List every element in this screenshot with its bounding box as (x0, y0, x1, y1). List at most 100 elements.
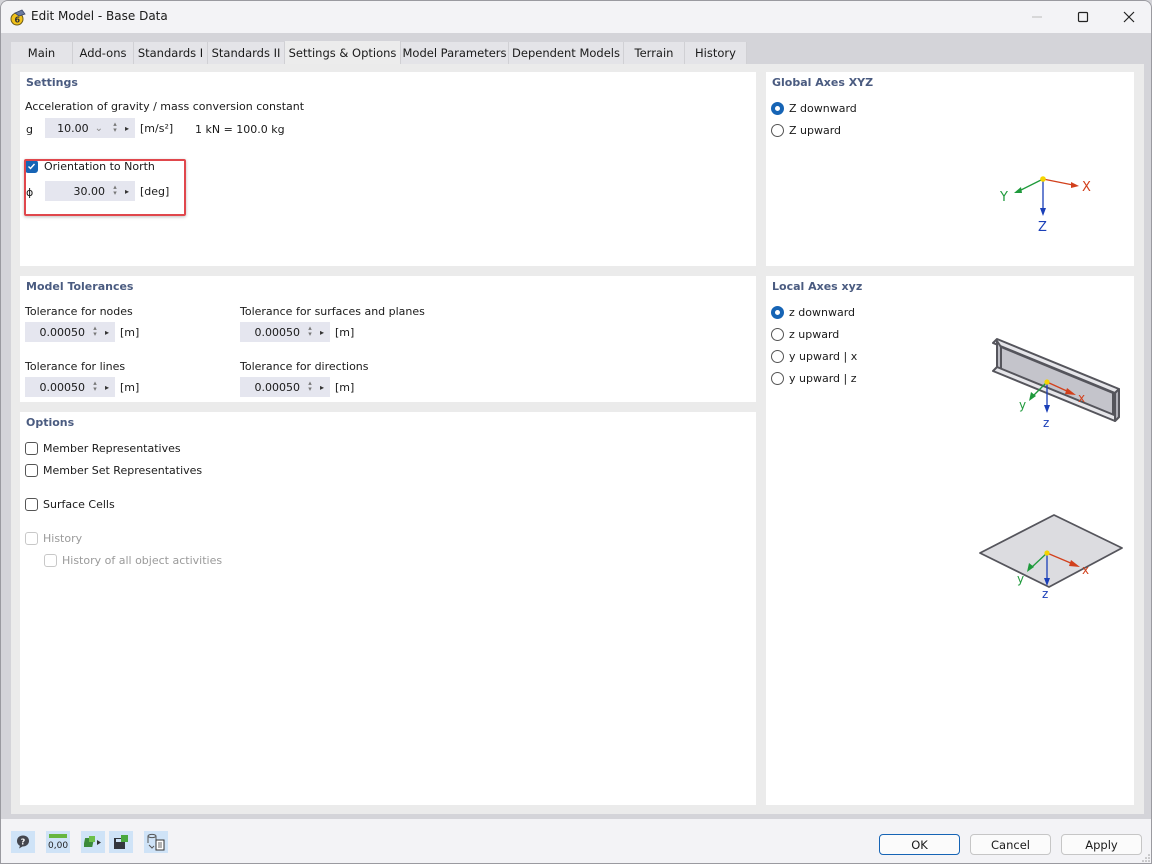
tab-standards-1[interactable]: Standards I (134, 42, 208, 64)
play-arrow-icon[interactable]: ▸ (123, 124, 131, 133)
ok-button[interactable]: OK (879, 834, 960, 855)
origin-point (1044, 550, 1050, 556)
member-local-axes-diagram: x y z (992, 338, 1120, 430)
spin-arrows-icon[interactable]: ▴ ▾ (91, 380, 99, 394)
tab-label: History (695, 46, 736, 60)
export-icon (84, 836, 101, 847)
tab-dependent-models[interactable]: Dependent Models (509, 42, 624, 64)
history-checkbox[interactable] (25, 532, 38, 545)
local-z-upward-radio[interactable] (771, 328, 784, 341)
tolerance-nodes-unit: [m] (120, 326, 140, 339)
units-button[interactable]: 0,00 (46, 831, 70, 853)
settings-options-page: Settings Acceleration of gravity / mass … (11, 64, 1144, 814)
local-y-upward-z-radio[interactable] (771, 372, 784, 385)
save-defaults-button[interactable] (109, 831, 133, 853)
global-axes-panel: Global Axes XYZ Z downward Z upward X Y … (766, 72, 1134, 266)
local-y-upward-x-radio[interactable] (771, 350, 784, 363)
spin-arrows-icon[interactable]: ▴ ▾ (306, 380, 314, 394)
tab-standards-2[interactable]: Standards II (208, 42, 285, 64)
tolerance-directions-label: Tolerance for directions (240, 360, 369, 373)
tab-label: Add-ons (79, 46, 127, 60)
play-arrow-icon[interactable]: ▸ (103, 383, 111, 392)
maximize-button[interactable] (1060, 1, 1106, 33)
dialog-footer: ? 0,00 OK Cancel Apply (1, 819, 1151, 863)
member-set-representatives-label: Member Set Representatives (43, 464, 203, 477)
z-axis-label: z (1043, 416, 1049, 430)
z-downward-label: Z downward (789, 102, 857, 115)
play-arrow-icon[interactable]: ▸ (103, 328, 111, 337)
y-axis-label: y (1017, 572, 1024, 586)
tab-add-ons[interactable]: Add-ons (73, 42, 134, 64)
tolerance-directions-input[interactable]: 0.00050 ▴ ▾ ▸ (240, 377, 330, 397)
tolerance-lines-input[interactable]: 0.00050 ▴ ▾ ▸ (25, 377, 115, 397)
spin-arrows-icon[interactable]: ▴ ▾ (306, 325, 314, 339)
close-icon (1123, 11, 1135, 23)
play-arrow-icon[interactable]: ▸ (318, 328, 326, 337)
tolerance-surfaces-label: Tolerance for surfaces and planes (240, 305, 425, 318)
local-z-downward-label: z downward (789, 306, 855, 319)
spin-arrows-icon[interactable]: ▴ ▾ (111, 121, 119, 135)
close-button[interactable] (1106, 1, 1151, 33)
settings-panel: Settings Acceleration of gravity / mass … (20, 72, 756, 266)
resize-grip-icon[interactable] (1141, 853, 1151, 863)
tab-model-parameters[interactable]: Model Parameters (401, 42, 509, 64)
cancel-button[interactable]: Cancel (970, 834, 1051, 855)
units-glyph: 0,00 (48, 841, 68, 851)
tolerance-surfaces-input[interactable]: 0.00050 ▴ ▾ ▸ (240, 322, 330, 342)
tab-label: Standards II (211, 46, 281, 60)
member-set-representatives-checkbox[interactable] (25, 464, 38, 477)
title-bar: 6 Edit Model - Base Data (1, 1, 1151, 33)
apply-button[interactable]: Apply (1061, 834, 1142, 855)
x-axis-label: x (1082, 563, 1089, 577)
tolerance-directions-value: 0.00050 (254, 380, 301, 394)
z-upward-radio[interactable] (771, 124, 784, 137)
z-downward-radio[interactable] (771, 102, 784, 115)
tolerance-lines-unit: [m] (120, 381, 140, 394)
options-panel: Options Member Representatives Member Se… (20, 412, 756, 805)
global-axes-diagram: X Y Z (999, 176, 1091, 235)
chevron-down-icon[interactable]: ⌄ (95, 123, 103, 134)
maximize-icon (1077, 11, 1089, 23)
local-y-upward-x-label: y upward | x (789, 350, 858, 363)
tab-history[interactable]: History (685, 42, 747, 64)
local-axes-title: Local Axes xyz (772, 280, 863, 293)
window-title: Edit Model - Base Data (31, 9, 168, 23)
z-upward-label: Z upward (789, 124, 842, 137)
x-axis-label: X (1082, 180, 1091, 195)
minimize-button[interactable] (1014, 1, 1060, 33)
spin-arrows-icon[interactable]: ▴ ▾ (91, 325, 99, 339)
x-axis-line (1042, 178, 1074, 186)
tolerance-nodes-input[interactable]: 0.00050 ▴ ▾ ▸ (25, 322, 115, 342)
z-axis-arrow-icon (1040, 208, 1046, 216)
history-all-activities-checkbox[interactable] (44, 554, 57, 567)
mass-conversion-text: 1 kN = 100.0 kg (195, 123, 285, 136)
highlight-box (24, 159, 186, 216)
save-defaults-icon (114, 835, 128, 849)
surface-cells-label: Surface Cells (43, 498, 115, 511)
g-symbol: g (26, 123, 33, 136)
z-axis-label: z (1042, 587, 1048, 601)
tab-terrain[interactable]: Terrain (624, 42, 685, 64)
surface-cells-checkbox[interactable] (25, 498, 38, 511)
history-label: History (43, 532, 83, 545)
play-arrow-icon[interactable]: ▸ (318, 383, 326, 392)
tab-label: Dependent Models (512, 46, 620, 60)
gravity-input[interactable]: 10.00 ⌄ ▴ ▾ ▸ (45, 118, 135, 138)
tab-main[interactable]: Main (11, 42, 73, 64)
tab-settings-options[interactable]: Settings & Options (285, 41, 401, 64)
tolerance-directions-unit: [m] (335, 381, 355, 394)
options-title: Options (26, 416, 75, 429)
help-button[interactable]: ? (11, 831, 35, 853)
svg-text:6: 6 (15, 16, 21, 25)
tolerance-surfaces-value: 0.00050 (254, 325, 301, 339)
surface-plate-shape (979, 514, 1123, 588)
tolerance-nodes-value: 0.00050 (39, 325, 86, 339)
export-button[interactable] (81, 831, 105, 853)
local-z-downward-radio[interactable] (771, 306, 784, 319)
y-axis-label: Y (999, 190, 1008, 205)
svg-text:?: ? (21, 838, 26, 847)
member-representatives-checkbox[interactable] (25, 442, 38, 455)
tolerance-nodes-label: Tolerance for nodes (25, 305, 133, 318)
z-axis-label: Z (1038, 220, 1047, 235)
copy-settings-button[interactable] (144, 831, 168, 853)
